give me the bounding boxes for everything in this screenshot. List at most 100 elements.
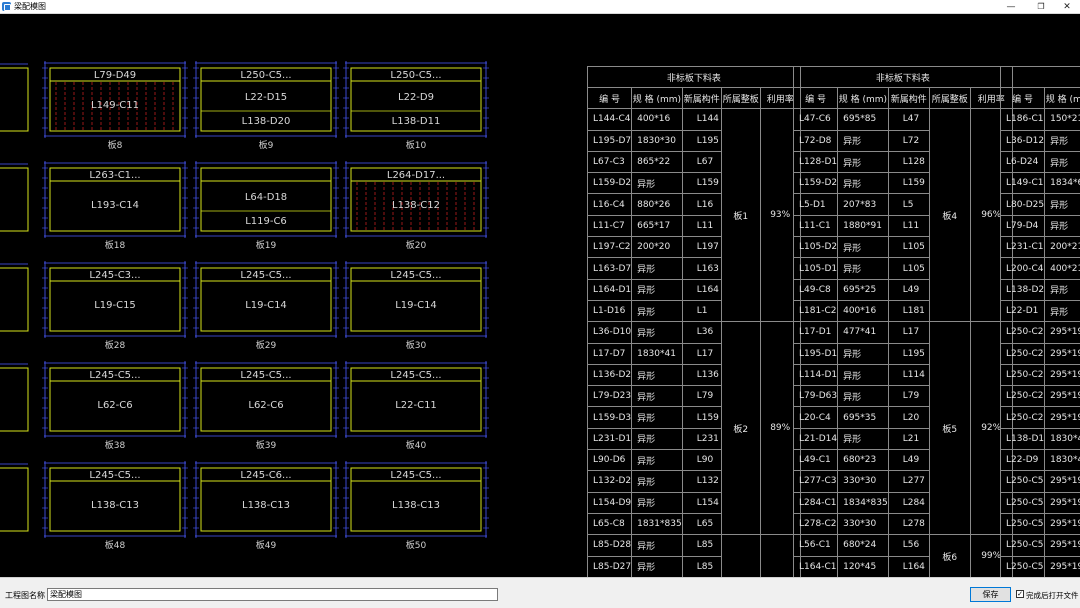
cell-member: L163 <box>681 257 722 280</box>
board-label: 板49 <box>256 539 277 551</box>
piece-label: L138-C13 <box>242 500 290 511</box>
close-button[interactable]: ✕ <box>1052 0 1080 14</box>
table-row: L138-D2 异形 <box>999 278 1080 301</box>
cell-spec: 1834*680 <box>1044 172 1080 195</box>
cell-member: L195 <box>887 342 930 365</box>
cell-board: 板1 <box>720 108 761 323</box>
strip-label: L250-C5... <box>390 70 441 81</box>
cell-id: L250-C5 <box>999 512 1046 536</box>
cell-spec: 680*23 <box>837 449 889 472</box>
table-row: L79-D4 异形 <box>999 214 1080 238</box>
cell-spec: 异形 <box>837 236 889 259</box>
cell-member: L132 <box>681 470 722 493</box>
cell-spec: 异形 <box>1044 129 1080 152</box>
cell-spec: 207*83 <box>837 193 889 216</box>
cell-spec: 680*24 <box>837 534 889 557</box>
save-button[interactable]: 保存 <box>970 587 1011 602</box>
table-row: L17-D1 477*41 L17 板5 92% <box>792 321 1013 536</box>
cell-id: L195-D1 <box>792 342 839 365</box>
board-label: 板30 <box>406 339 427 351</box>
table-row: L56-C1 680*24 L56 板6 99% <box>792 534 1013 577</box>
cell-spec: 异形 <box>631 470 683 493</box>
cell-member: L128 <box>887 150 930 174</box>
board-panel: L245-C5... L62-C6 板38 <box>42 361 188 451</box>
cell-spec: 异形 <box>837 342 889 365</box>
column-header: 规 格 (mm) <box>1044 86 1080 110</box>
board-panel: L264-D17... L138-C12 板20 <box>343 161 489 251</box>
cell-id: L105-D2 <box>792 236 839 259</box>
cell-member: L159 <box>681 406 722 429</box>
project-name-input[interactable] <box>47 588 498 601</box>
cell-id: L164-C1 <box>792 555 839 577</box>
cell-member: L11 <box>681 214 722 238</box>
cell-id: L17-D7 <box>586 342 633 365</box>
board-panel: L245-C3... L19-C15 板28 <box>42 261 188 351</box>
cell-spec: 异形 <box>631 555 683 577</box>
edge-panel <box>0 263 29 332</box>
table-row: L250-C5295*190 <box>999 555 1080 577</box>
piece-label: L138-D11 <box>392 116 441 127</box>
cell-id: L154-D9 <box>586 491 633 514</box>
cell-id: L136-D2 <box>586 363 633 387</box>
cell-spec: 异形 <box>631 534 683 557</box>
cell-spec: 200*21 <box>1044 236 1080 259</box>
cell-id: L6-D24 <box>999 150 1046 174</box>
cell-spec: 695*25 <box>837 278 889 301</box>
board-panel: L245-C5... L138-C13 板48 <box>42 461 188 551</box>
cell-spec: 异形 <box>631 449 683 472</box>
cell-spec: 异形 <box>631 299 683 323</box>
cell-spec: 异形 <box>631 363 683 387</box>
piece-label: L149-C11 <box>91 100 139 111</box>
piece-label: L138-D20 <box>242 116 291 127</box>
cell-id: L67-C3 <box>586 150 633 174</box>
cell-id: L72-D8 <box>792 129 839 152</box>
cell-id: L164-D1 <box>586 278 633 301</box>
strip-label: L245-C5... <box>240 370 291 381</box>
cell-id: L79-D63 <box>792 385 839 408</box>
table-row: L200-C4 400*21 <box>999 257 1080 280</box>
cell-id: L278-C2 <box>792 512 839 536</box>
cell-spec: 295*190 <box>1044 512 1080 536</box>
cell-id: L49-C8 <box>792 278 839 301</box>
cell-member: L65 <box>681 512 722 536</box>
cell-id: L47-C6 <box>792 108 839 131</box>
cell-id: L231-D1 <box>586 427 633 451</box>
cell-spec: 异形 <box>837 150 889 174</box>
cell-spec: 1831*835 <box>631 512 683 536</box>
cell-member: L164 <box>681 278 722 301</box>
table-title: 非标板下料表 <box>587 66 801 88</box>
column-header: 新属构件 <box>887 86 930 110</box>
cell-id: L250-C2 <box>999 363 1046 387</box>
cell-spec: 异形 <box>837 257 889 280</box>
board-label: 板29 <box>256 339 277 351</box>
cell-spec: 1830*30 <box>631 129 683 152</box>
app-icon <box>2 2 11 11</box>
table-title <box>1000 66 1080 88</box>
edge-panel-outline <box>0 67 29 132</box>
edge-panel <box>0 63 29 132</box>
cell-id: L1-D16 <box>586 299 633 323</box>
open-after-checkbox[interactable]: ✓ <box>1016 590 1024 598</box>
edge-panel <box>0 463 29 532</box>
cell-id: L250-C5 <box>999 470 1046 493</box>
cell-member: L278 <box>887 512 930 536</box>
cell-id: L128-D1 <box>792 150 839 174</box>
cell-spec: 异形 <box>837 385 889 408</box>
board-label: 板9 <box>259 139 274 151</box>
cell-spec: 异形 <box>631 278 683 301</box>
table-row: L186-C1 150*21 <box>999 108 1080 131</box>
cell-id: L138-D2 <box>999 278 1046 301</box>
title-bar: 梁配模图 — ❐ ✕ <box>0 0 1080 14</box>
drawing-canvas[interactable]: L79-D49 L149-C11 板8 L250-C5... L22-D15 L138-D… <box>0 14 1080 577</box>
cell-spec: 477*41 <box>837 321 889 344</box>
table-row: L250-C2295*190 <box>999 406 1080 429</box>
footer-bar: 工程图名称 保存 ✓ 完成后打开文件 <box>0 577 1080 608</box>
board-label: 板40 <box>406 439 427 451</box>
minimize-button[interactable]: — <box>996 0 1026 14</box>
cell-spec: 异形 <box>631 172 683 195</box>
cell-member: L284 <box>887 491 930 514</box>
cell-member: L11 <box>887 214 930 238</box>
cell-member: L181 <box>887 299 930 323</box>
cell-id: L195-D7 <box>586 129 633 152</box>
cell-id: L250-C2 <box>999 406 1046 429</box>
